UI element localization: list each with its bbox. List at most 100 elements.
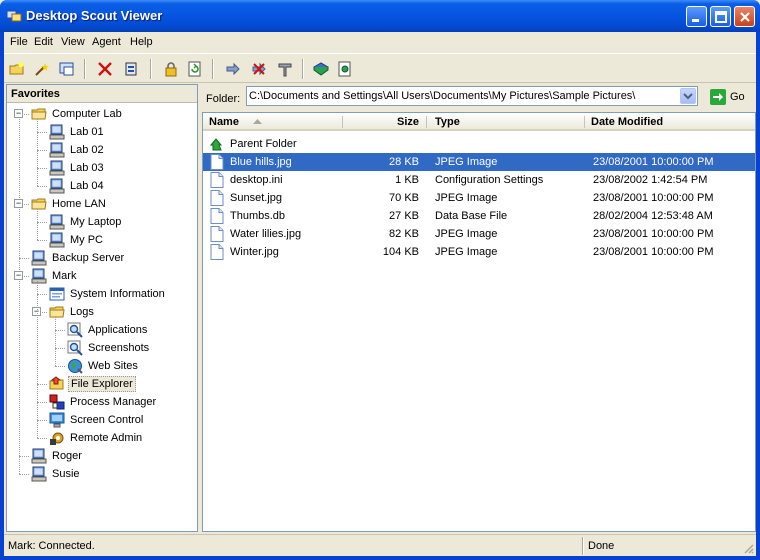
file-icon bbox=[210, 244, 224, 260]
go-button[interactable]: Go bbox=[710, 88, 754, 106]
tree-item[interactable]: Susie bbox=[31, 465, 82, 483]
file-row[interactable]: Water lilies.jpg 82 KB JPEG Image 23/08/200… bbox=[203, 225, 755, 243]
file-row[interactable]: desktop.ini 1 KB Configuration Settings 23/… bbox=[203, 171, 755, 189]
tree-item[interactable]: System Information bbox=[49, 285, 167, 303]
collapse-toggle-icon[interactable]: − bbox=[14, 109, 23, 118]
tree-item[interactable]: Screen Control bbox=[49, 411, 145, 429]
tree-item[interactable]: Computer Lab bbox=[31, 105, 124, 123]
file-row[interactable]: Thumbs.db 27 KB Data Base File 28/02/2004 1… bbox=[203, 207, 755, 225]
tree-item-label: Screen Control bbox=[70, 414, 144, 426]
forward-icon bbox=[226, 62, 240, 76]
toolbar-separator bbox=[84, 59, 86, 79]
file-list[interactable]: Name Size Type Date Modified Parent Fold… bbox=[202, 112, 756, 532]
column-date-label: Date Modified bbox=[591, 116, 664, 128]
column-header-name[interactable]: Name bbox=[203, 113, 343, 131]
column-size-label: Size bbox=[396, 116, 419, 128]
tree-item-label: File Explorer bbox=[68, 376, 136, 392]
tree-item-label: Remote Admin bbox=[70, 432, 143, 444]
file-type: JPEG Image bbox=[435, 192, 498, 204]
column-header-type[interactable]: Type bbox=[427, 113, 585, 131]
wizard-button[interactable] bbox=[30, 58, 52, 80]
tree-item[interactable]: File Explorer bbox=[49, 375, 136, 393]
collapse-toggle-icon[interactable]: − bbox=[14, 271, 23, 280]
menu-edit[interactable]: Edit bbox=[34, 36, 53, 48]
column-name-label: Name bbox=[209, 116, 239, 128]
file-name: Thumbs.db bbox=[230, 210, 286, 222]
column-type-label: Type bbox=[435, 116, 460, 128]
tree-item[interactable]: Applications bbox=[67, 321, 149, 339]
minimize-icon bbox=[692, 19, 699, 22]
properties-button[interactable] bbox=[120, 58, 142, 80]
process-icon bbox=[49, 394, 65, 410]
tree-item[interactable]: Mark bbox=[31, 267, 78, 285]
file-size: 1 KB bbox=[395, 174, 419, 186]
help-button[interactable] bbox=[310, 58, 332, 80]
menu-agent[interactable]: Agent bbox=[92, 36, 121, 48]
file-name: Sunset.jpg bbox=[230, 192, 282, 204]
column-header-date[interactable]: Date Modified bbox=[585, 113, 755, 131]
file-type: JPEG Image bbox=[435, 246, 498, 258]
close-button[interactable] bbox=[734, 6, 755, 27]
new-folder-button[interactable] bbox=[6, 58, 28, 80]
tree-item-label: Logs bbox=[70, 306, 94, 318]
tree-item[interactable]: Logs bbox=[49, 303, 96, 321]
tree-item-label: Screenshots bbox=[88, 342, 150, 354]
tree-item[interactable]: Remote Admin bbox=[49, 429, 144, 447]
computer-icon bbox=[49, 214, 65, 230]
about-icon bbox=[338, 61, 351, 77]
parent-folder-row[interactable]: Parent Folder bbox=[203, 135, 755, 153]
tree-item[interactable]: My PC bbox=[49, 231, 105, 249]
tree-item[interactable]: Process Manager bbox=[49, 393, 158, 411]
capture-button[interactable] bbox=[56, 58, 78, 80]
file-name: Winter.jpg bbox=[230, 246, 279, 258]
client-area: File Edit View Agent Help Favorites Comp… bbox=[4, 32, 756, 556]
column-header-size[interactable]: Size bbox=[343, 113, 427, 131]
tree-item[interactable]: Roger bbox=[31, 447, 84, 465]
maximize-button[interactable] bbox=[710, 6, 731, 27]
file-row[interactable]: Winter.jpg 104 KB JPEG Image 23/08/2001 10:… bbox=[203, 243, 755, 261]
file-name: desktop.ini bbox=[230, 174, 283, 186]
tools-button[interactable] bbox=[274, 58, 296, 80]
refresh-button[interactable] bbox=[184, 58, 206, 80]
window-title: Desktop Scout Viewer bbox=[26, 8, 163, 23]
menu-file[interactable]: File bbox=[10, 36, 28, 48]
folder-dropdown-button[interactable] bbox=[680, 88, 696, 104]
about-button[interactable] bbox=[334, 58, 356, 80]
forward-button[interactable] bbox=[222, 58, 244, 80]
file-row[interactable]: Sunset.jpg 70 KB JPEG Image 23/08/2001 10:0… bbox=[203, 189, 755, 207]
computer-icon bbox=[31, 250, 47, 266]
resize-grip-icon[interactable] bbox=[742, 542, 754, 554]
tree-item[interactable]: Screenshots bbox=[67, 339, 151, 357]
menu-view[interactable]: View bbox=[61, 36, 85, 48]
file-type: Data Base File bbox=[435, 210, 508, 222]
go-label: Go bbox=[730, 91, 745, 103]
collapse-toggle-icon[interactable]: − bbox=[14, 199, 23, 208]
close-icon bbox=[740, 12, 750, 22]
tree-item[interactable]: My Laptop bbox=[49, 213, 123, 231]
tree-item-label: Mark bbox=[52, 270, 77, 282]
globe-icon bbox=[67, 358, 83, 374]
menu-help[interactable]: Help bbox=[130, 36, 153, 48]
delete-button[interactable] bbox=[94, 58, 116, 80]
tree-item[interactable]: Backup Server bbox=[31, 249, 126, 267]
folder-icon bbox=[31, 106, 47, 122]
disconnect-button[interactable] bbox=[248, 58, 270, 80]
file-icon bbox=[210, 208, 224, 224]
lock-button[interactable] bbox=[160, 58, 182, 80]
folder-path-input[interactable] bbox=[246, 86, 698, 106]
minimize-button[interactable] bbox=[686, 6, 707, 27]
status-bar: Mark: Connected. Done bbox=[4, 534, 756, 556]
app-window: Desktop Scout Viewer File Edit View Agen… bbox=[0, 0, 760, 560]
tree-item[interactable]: Lab 04 bbox=[49, 177, 106, 195]
title-bar[interactable]: Desktop Scout Viewer bbox=[0, 0, 760, 32]
computer-icon bbox=[49, 178, 65, 194]
tree-item[interactable]: Lab 01 bbox=[49, 123, 106, 141]
tree-item[interactable]: Home LAN bbox=[31, 195, 108, 213]
tree-item[interactable]: Lab 03 bbox=[49, 159, 106, 177]
file-row[interactable]: Blue hills.jpg 28 KB JPEG Image 23/08/2001 … bbox=[203, 153, 755, 171]
tree-item[interactable]: Lab 02 bbox=[49, 141, 106, 159]
properties-icon bbox=[125, 62, 137, 76]
favorites-pane[interactable]: Favorites Computer Lab − Lab 01 Lab 02 Lab 0… bbox=[6, 84, 198, 532]
file-type: JPEG Image bbox=[435, 156, 498, 168]
tree-item[interactable]: Web Sites bbox=[67, 357, 140, 375]
